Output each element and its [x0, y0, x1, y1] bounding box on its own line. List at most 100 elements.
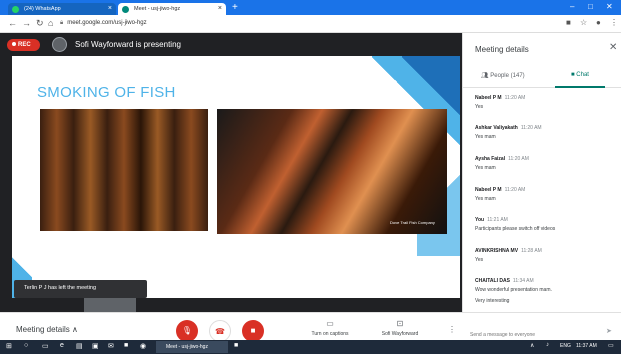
whatsapp-icon [12, 6, 19, 13]
side-panel: Meeting details ✕ 👥︎ People (147) ■ Chat… [462, 33, 621, 320]
chrome-icon[interactable]: ◉ [140, 342, 146, 350]
chat-message: Aysha Faizal 11:20 AM Yes mam [475, 156, 615, 171]
message-sender: CHAITALI DAS [475, 278, 510, 284]
avatar [52, 37, 67, 52]
menu-icon[interactable]: ⋮ [610, 18, 618, 27]
presenting-bar: REC Sofi Wayforward is presenting [0, 33, 462, 56]
taskbar-meet-item[interactable]: Meet - usj-jiwo-hgz [156, 341, 228, 353]
forward-icon[interactable]: → [22, 18, 31, 28]
tab-label: (24) WhatsApp [24, 6, 61, 12]
captions-label: Turn on captions [311, 331, 349, 337]
mail-icon[interactable]: ✉︎ [108, 342, 114, 350]
folder-icon[interactable]: ▤ [76, 342, 83, 350]
close-icon[interactable]: ✕ [609, 42, 617, 53]
send-icon[interactable]: ➤ [606, 327, 612, 335]
url-field[interactable]: 🔒︎ meet.google.com/usj-jiwo-hgz [60, 18, 560, 30]
back-icon[interactable]: ← [8, 18, 17, 28]
volume-icon[interactable]: ♪ [546, 342, 549, 348]
taskbar: ⊞ ○ ▭ e ▤ ▣ ✉︎ ■ ◉ Meet - usj-jiwo-hgz ■… [0, 340, 621, 354]
tab-label: Meet - usj-jiwo-hgz [134, 6, 181, 12]
tab-chat-label: Chat [576, 72, 589, 78]
tab-people[interactable]: 👥︎ People (147) [481, 72, 525, 79]
message-sender: Aysha Faizal [475, 156, 506, 162]
captions-button[interactable]: ▭ Turn on captions [300, 319, 360, 337]
chat-message: AVINKRISHNA MV 11:28 AM Yes [475, 248, 615, 263]
search-icon[interactable]: ○ [24, 342, 28, 349]
edge-icon[interactable]: e [60, 342, 64, 349]
browser-chrome: (24) WhatsApp × Meet - usj-jiwo-hgz × + … [0, 0, 621, 33]
chevron-up-icon[interactable]: ∧ [530, 342, 534, 349]
meeting-controls: Meeting details ∧ 🎙︎ ☎︎ ■ ▭ Turn on capti… [0, 312, 621, 342]
chat-message: You 11:21 AM Participants please switch o… [475, 217, 615, 232]
captions-icon: ▭ [326, 319, 334, 328]
mic-off-icon: 🎙︎ [181, 326, 193, 335]
message-text: Very interesting [475, 298, 510, 304]
close-tab-icon[interactable]: × [108, 5, 112, 12]
presenter-label: Sofi Wayforward [381, 331, 419, 337]
chat-message: Nabeel P M 11:20 AM Yes mam [475, 187, 615, 202]
message-text: Yes mam [475, 134, 496, 140]
meeting-details-button[interactable]: Meeting details ∧ [16, 325, 78, 334]
chat-message: Ashkar Valiyakath 11:20 AM Yes mam [475, 125, 615, 140]
rec-label: REC [18, 42, 31, 48]
message-time: 11:21 AM [487, 217, 508, 223]
tab-chat[interactable]: ■ Chat [571, 72, 589, 78]
message-time: 11:20 AM [508, 156, 529, 162]
tab-people-label: People (147) [490, 73, 525, 79]
account-icon[interactable]: ● [596, 18, 601, 27]
tab-whatsapp[interactable]: (24) WhatsApp × [8, 3, 116, 15]
message-time: 11:20 AM [504, 95, 526, 101]
clock[interactable]: 11:37 AM [576, 343, 597, 349]
close-window-button[interactable]: ✕ [606, 2, 613, 11]
reload-icon[interactable]: ↻ [36, 18, 44, 29]
camera-off-button[interactable]: ■ [242, 320, 264, 342]
maximize-button[interactable]: □ [588, 2, 593, 11]
chat-input[interactable] [470, 330, 610, 340]
grilled-fish-photo [217, 109, 447, 234]
message-sender: Nabeel P M [475, 95, 502, 101]
notification-icon[interactable]: ▭ [608, 342, 614, 349]
camera-off-icon: ■ [250, 326, 256, 335]
mic-off-button[interactable]: 🎙︎ [176, 320, 198, 342]
message-sender: You [475, 217, 485, 223]
new-tab-button[interactable]: + [232, 3, 238, 13]
windows-start-icon[interactable]: ⊞ [6, 342, 12, 350]
end-call-button[interactable]: ☎︎ [209, 320, 231, 342]
store-icon[interactable]: ▣ [92, 342, 99, 350]
address-bar: ← → ↻ ⌂ 🔒︎ meet.google.com/usj-jiwo-hgz ■… [0, 15, 621, 33]
notification-toast: Terlin P J has left the meeting [14, 280, 147, 298]
app-icon[interactable]: ■ [124, 342, 128, 349]
lock-icon: 🔒︎ [60, 20, 64, 26]
taskbar-app-icon[interactable]: ■ [234, 342, 238, 349]
tab-bar: (24) WhatsApp × Meet - usj-jiwo-hgz × + … [0, 0, 621, 15]
self-view-thumbnail[interactable] [84, 298, 136, 312]
meet-icon [122, 6, 129, 13]
message-text: Yes [475, 257, 484, 263]
message-time: 11:34 AM [512, 278, 534, 284]
more-options-icon[interactable]: ⋮ [448, 325, 456, 334]
message-text: Wow wonderful presentation mam. [475, 287, 552, 293]
message-text: Yes mam [475, 196, 496, 202]
camera-icon[interactable]: ■ [566, 18, 571, 27]
message-time: 11:20 AM [520, 125, 542, 131]
people-icon: 👥︎ [481, 73, 491, 79]
close-tab-icon[interactable]: × [218, 5, 222, 12]
message-time: 11:20 AM [504, 187, 526, 193]
active-tab-indicator [555, 86, 605, 88]
chat-message: Nabeel P M 11:20 AM Yes [475, 95, 615, 110]
smoked-fish-photo [40, 109, 208, 231]
url-text: meet.google.com/usj-jiwo-hgz [67, 20, 147, 26]
minimize-button[interactable]: – [570, 2, 574, 11]
message-sender: Nabeel P M [475, 187, 502, 193]
message-time: 11:28 AM [521, 248, 542, 254]
language-indicator[interactable]: ENG [560, 343, 571, 349]
home-icon[interactable]: ⌂ [48, 18, 53, 28]
task-view-icon[interactable]: ▭ [42, 342, 49, 350]
star-icon[interactable]: ☆ [580, 18, 587, 27]
tab-meet[interactable]: Meet - usj-jiwo-hgz × [118, 3, 226, 15]
panel-title: Meeting details [475, 45, 529, 54]
message-sender: AVINKRISHNA MV [475, 248, 519, 254]
presentation-slide: SMOKING OF FISH Dove Trail Fish Company [12, 56, 460, 298]
present-button[interactable]: ⊡ Sofi Wayforward [370, 319, 430, 337]
slide-title: SMOKING OF FISH [37, 84, 176, 101]
